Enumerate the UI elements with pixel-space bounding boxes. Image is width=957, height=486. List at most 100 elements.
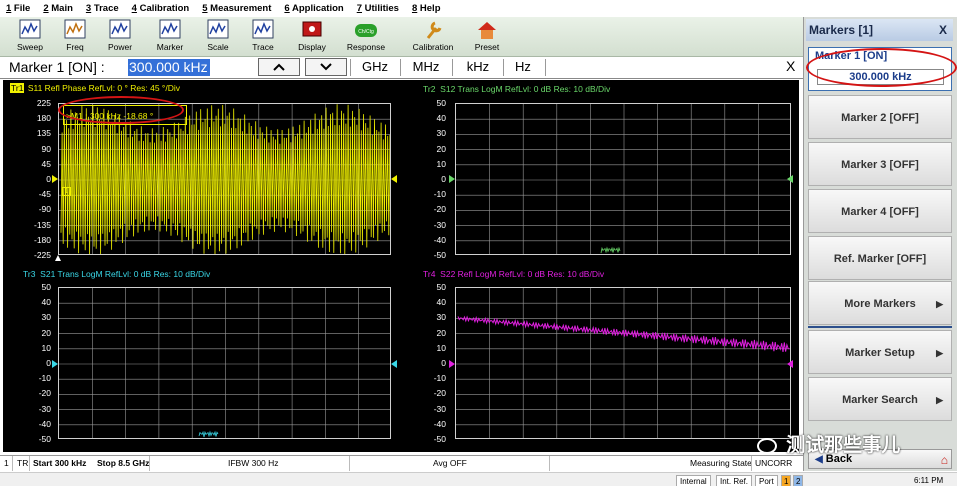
trace-display: Tr1 S11 Refl Phase RefLvl: 0 ° Res: 45 °… xyxy=(3,80,799,452)
step-down-button[interactable] xyxy=(305,58,347,76)
marker3-button[interactable]: Marker 3 [OFF] xyxy=(808,142,952,186)
y-tick-label: 90 xyxy=(41,143,51,154)
y-tick-label: 0 xyxy=(46,358,51,368)
trace2-header[interactable]: Tr2 S12 Trans LogM RefLvl: 0 dB Res: 10 … xyxy=(423,84,610,94)
menu-main[interactable]: 2 Main xyxy=(43,3,73,14)
menu-utilities[interactable]: 7 Utilities xyxy=(357,3,399,14)
y-tick-label: -180 xyxy=(33,234,51,245)
trace4-plot[interactable] xyxy=(455,287,791,439)
toolbar-label: Scale xyxy=(207,42,229,52)
toolbar-trace-button[interactable]: Trace xyxy=(243,19,283,55)
y-tick-label: -10 xyxy=(433,373,446,384)
y-tick-label: -10 xyxy=(433,189,446,200)
sweep-start-marker-icon xyxy=(55,255,61,261)
chevron-down-icon xyxy=(320,63,332,71)
marker-setup-button[interactable]: Marker Setup ▶ xyxy=(808,330,952,374)
menu-application[interactable]: 6 Application xyxy=(284,3,343,14)
trace3-plot[interactable] xyxy=(58,287,391,439)
y-tick-label: -20 xyxy=(433,204,446,215)
y-tick-label: 0 xyxy=(441,358,446,368)
y-tick-label: 20 xyxy=(436,143,446,154)
port2-badge: 2 xyxy=(793,475,804,486)
y-tick-label: 225 xyxy=(36,98,51,108)
panel-title: Markers [1] X xyxy=(806,19,953,41)
y-tick-label: -20 xyxy=(433,388,446,399)
unit-ghz-button[interactable]: GHz xyxy=(352,59,398,74)
port-label: Port xyxy=(755,475,778,486)
trace3-header[interactable]: Tr3 S21 Trans LogM RefLvl: 0 dB Res: 10 … xyxy=(23,269,210,279)
marker-frequency-input[interactable]: 300.000 kHz xyxy=(128,59,210,76)
menu-calibration[interactable]: 4 Calibration xyxy=(132,3,190,14)
y-tick-label: 50 xyxy=(436,282,446,292)
home-icon xyxy=(478,22,496,39)
trace2-ref-left-icon xyxy=(449,175,455,183)
step-up-button[interactable] xyxy=(258,58,300,76)
trace1-ref-right-icon xyxy=(391,175,397,183)
trace-icon xyxy=(252,19,274,39)
y-tick-label: -90 xyxy=(38,204,51,215)
svg-text:Ch/Ctg: Ch/Ctg xyxy=(358,29,374,35)
y-tick-label: -10 xyxy=(38,373,51,384)
toolbar-display-button[interactable]: Display xyxy=(292,19,332,55)
freq-icon xyxy=(64,19,86,39)
y-tick-label: -225 xyxy=(33,250,51,260)
reference-internal: Int. Ref. xyxy=(716,475,753,486)
y-tick-label: -50 xyxy=(433,434,446,444)
readout-callout xyxy=(58,96,184,124)
toolbar-label: Sweep xyxy=(17,42,43,52)
clock: 6:11 PM xyxy=(914,476,944,485)
menu-file[interactable]: 1 File xyxy=(6,3,30,14)
trace2-ref-right-icon xyxy=(787,175,793,183)
y-tick-label: 30 xyxy=(436,128,446,139)
toolbar-power-button[interactable]: Power xyxy=(100,19,140,55)
marker4-button[interactable]: Marker 4 [OFF] xyxy=(808,189,952,233)
y-tick-label: 45 xyxy=(41,158,51,169)
menu-trace[interactable]: 3 Trace xyxy=(86,3,119,14)
y-tick-label: -50 xyxy=(433,250,446,260)
y-tick-label: -40 xyxy=(433,418,446,429)
toolbar-calibration-button[interactable]: Calibration xyxy=(411,19,455,55)
submenu-arrow-icon: ▶ xyxy=(936,395,943,405)
unit-khz-button[interactable]: kHz xyxy=(455,59,501,74)
trace2-plot[interactable] xyxy=(455,103,791,255)
toolbar-label: Calibration xyxy=(412,42,454,52)
y-tick-label: -30 xyxy=(433,403,446,414)
trace3-ref-right-icon xyxy=(391,360,397,368)
y-tick-label: 50 xyxy=(41,282,51,292)
marker-search-button[interactable]: Marker Search ▶ xyxy=(808,377,952,421)
marker2-button[interactable]: Marker 2 [OFF] xyxy=(808,95,952,139)
toolbar-label: Response xyxy=(346,42,386,52)
toolbar-sweep-button[interactable]: Sweep xyxy=(10,19,50,55)
trace1-plot[interactable]: >M1 : 300 kHz -18.68 ° 1 xyxy=(58,103,391,255)
y-tick-label: -20 xyxy=(38,388,51,399)
y-tick-label: 0 xyxy=(46,174,51,184)
panel-close-button[interactable]: X xyxy=(939,19,947,41)
toolbar-preset-button[interactable]: Preset xyxy=(467,19,507,55)
y-tick-label: 30 xyxy=(436,312,446,323)
toolbar-scale-button[interactable]: Scale xyxy=(198,19,238,55)
y-tick-label: -40 xyxy=(433,234,446,245)
toolbar-freq-button[interactable]: Freq xyxy=(55,19,95,55)
unit-mhz-button[interactable]: MHz xyxy=(403,59,449,74)
toolbar-label: Display xyxy=(298,42,326,52)
trace1-header[interactable]: Tr1 S11 Refl Phase RefLvl: 0 ° Res: 45 °… xyxy=(10,83,180,93)
home-icon[interactable]: ⌂ xyxy=(941,451,948,469)
marker-icon xyxy=(159,19,181,39)
toolbar-label: Power xyxy=(107,42,133,52)
y-tick-label: 10 xyxy=(436,158,446,169)
status-correction: UNCORR xyxy=(755,458,793,468)
toolbar-response-button[interactable]: Ch/Ctg Response xyxy=(346,19,386,55)
y-tick-label: 40 xyxy=(41,297,51,308)
wrench-icon xyxy=(426,21,442,39)
trace4-header[interactable]: Tr4 S22 Refl LogM RefLvl: 0 dB Res: 10 d… xyxy=(423,269,604,279)
menu-help[interactable]: 8 Help xyxy=(412,3,441,14)
unit-hz-button[interactable]: Hz xyxy=(500,59,546,74)
ref-marker-button[interactable]: Ref. Marker [OFF] xyxy=(808,236,952,280)
scale-icon xyxy=(207,19,229,39)
sweep-icon xyxy=(19,19,41,39)
entry-close-button[interactable]: X xyxy=(786,58,795,74)
menu-measurement[interactable]: 5 Measurement xyxy=(202,3,271,14)
toolbar-marker-button[interactable]: Marker xyxy=(150,19,190,55)
submenu-arrow-icon: ▶ xyxy=(936,348,943,358)
more-markers-button[interactable]: More Markers ▶ xyxy=(808,281,952,325)
